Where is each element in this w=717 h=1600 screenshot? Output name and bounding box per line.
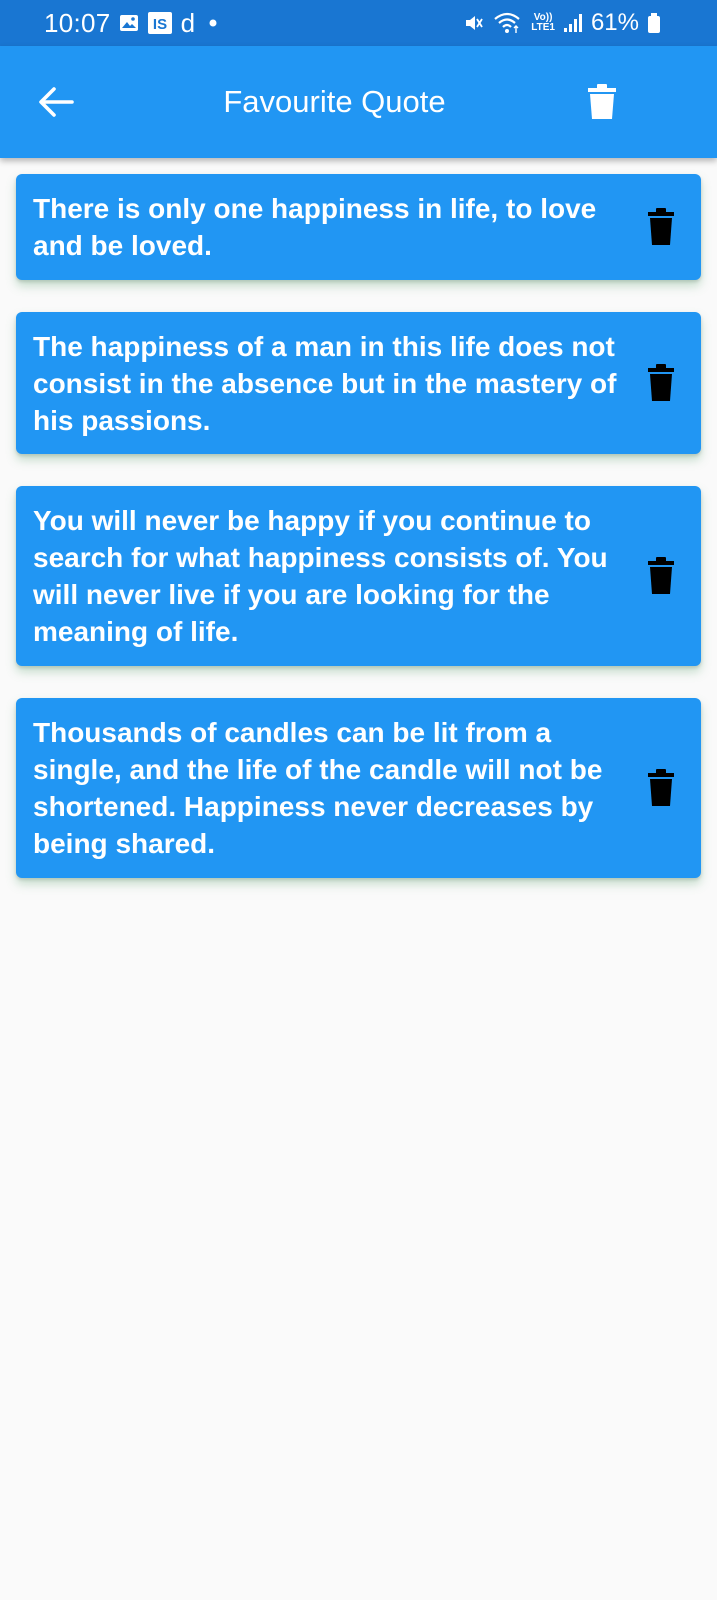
is-app-label: IS	[152, 16, 166, 33]
arrow-back-icon	[39, 87, 74, 117]
image-icon	[119, 14, 139, 32]
app-bar: Favourite Quote	[0, 46, 717, 158]
trash-icon	[648, 364, 674, 401]
quote-text: There is only one happiness in life, to …	[33, 193, 597, 261]
quote-card[interactable]: The happiness of a man in this life does…	[16, 312, 701, 454]
quote-text: The happiness of a man in this life does…	[33, 330, 617, 436]
page-title: Favourite Quote	[223, 84, 446, 119]
trash-icon	[648, 557, 674, 594]
delete-quote-button[interactable]	[645, 768, 677, 808]
delete-quote-button[interactable]	[645, 556, 677, 596]
wifi-icon	[493, 11, 523, 35]
delete-quote-button[interactable]	[645, 363, 677, 403]
dot-icon	[209, 19, 217, 27]
is-app-icon: IS	[147, 11, 173, 35]
quote-card[interactable]: You will never be happy if you continue …	[16, 486, 701, 666]
quote-card[interactable]: Thousands of candles can be lit from a s…	[16, 698, 701, 878]
quote-list: There is only one happiness in life, to …	[16, 174, 701, 910]
delete-quote-button[interactable]	[645, 207, 677, 247]
mute-icon	[463, 12, 485, 34]
battery-icon	[647, 12, 661, 34]
battery-percent: 61%	[590, 9, 639, 36]
lte-label: LTE1	[531, 22, 555, 33]
status-bar: 10:07 IS d Vo)) LTE1 61%	[0, 0, 717, 46]
back-button[interactable]	[36, 82, 76, 122]
signal-icon	[563, 12, 583, 34]
trash-icon	[588, 84, 616, 119]
status-left: 10:07 IS d	[44, 0, 217, 46]
trash-icon	[648, 208, 674, 245]
quote-card[interactable]: There is only one happiness in life, to …	[16, 174, 701, 280]
status-time: 10:07	[44, 7, 111, 38]
quote-text: Thousands of candles can be lit from a s…	[33, 717, 603, 859]
delete-all-button[interactable]	[582, 80, 622, 124]
trash-icon	[648, 769, 674, 806]
status-right: Vo)) LTE1 61%	[463, 0, 661, 46]
quote-text: You will never be happy if you continue …	[33, 505, 608, 647]
volte-icon: Vo)) LTE1	[531, 13, 555, 33]
d-app-icon: d	[180, 7, 196, 38]
